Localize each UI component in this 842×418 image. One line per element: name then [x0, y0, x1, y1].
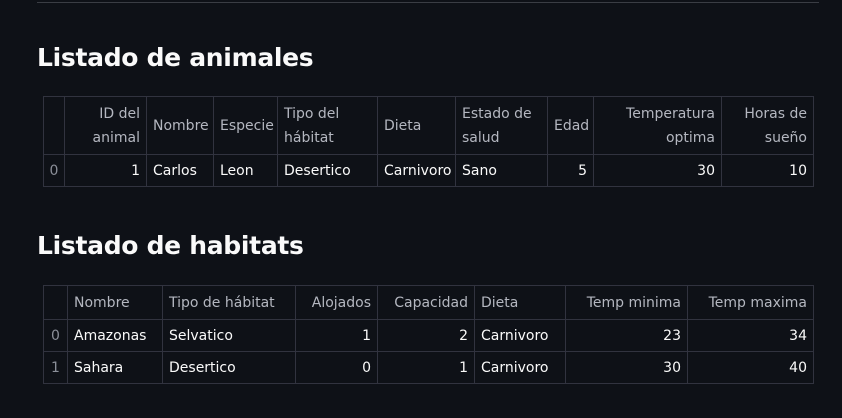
- cell-alojados[interactable]: 1: [295, 319, 378, 352]
- cell-edad[interactable]: 5: [547, 154, 594, 187]
- column-header[interactable]: Nombre: [146, 96, 214, 155]
- column-header[interactable]: Nombre: [67, 285, 163, 320]
- index-header[interactable]: [43, 96, 65, 155]
- cell-nombre[interactable]: Carlos: [146, 154, 214, 187]
- column-header[interactable]: Tipo de hábitat: [162, 285, 296, 320]
- cell-temp-max[interactable]: 34: [687, 319, 814, 352]
- animals-table: ID del animal Nombre Especie Tipo del há…: [43, 96, 814, 187]
- cell-dieta[interactable]: Carnivoro: [474, 351, 566, 384]
- cell-estado-salud[interactable]: Sano: [455, 154, 548, 187]
- column-header[interactable]: Estado de salud: [455, 96, 548, 155]
- row-index: 0: [43, 319, 68, 352]
- column-header[interactable]: Capacidad: [377, 285, 475, 320]
- cell-temp-min[interactable]: 30: [565, 351, 688, 384]
- column-header[interactable]: ID del animal: [64, 96, 147, 155]
- cell-temp-max[interactable]: 40: [687, 351, 814, 384]
- habitats-table: Nombre Tipo de hábitat Alojados Capacida…: [43, 285, 814, 384]
- cell-tipo-habitat[interactable]: Desertico: [277, 154, 378, 187]
- top-divider: [37, 2, 819, 3]
- column-header[interactable]: Edad: [547, 96, 594, 155]
- row-index: 0: [43, 154, 65, 187]
- cell-temp-min[interactable]: 23: [565, 319, 688, 352]
- cell-temperatura[interactable]: 30: [593, 154, 722, 187]
- column-header[interactable]: Especie: [213, 96, 278, 155]
- animals-heading: Listado de animales: [37, 43, 314, 72]
- table-header-row: ID del animal Nombre Especie Tipo del há…: [43, 96, 814, 155]
- column-header[interactable]: Horas de sueño: [721, 96, 814, 155]
- cell-id[interactable]: 1: [64, 154, 147, 187]
- column-header[interactable]: Temp minima: [565, 285, 688, 320]
- cell-tipo[interactable]: Desertico: [162, 351, 296, 384]
- table-header-row: Nombre Tipo de hábitat Alojados Capacida…: [43, 285, 814, 320]
- column-header[interactable]: Alojados: [295, 285, 378, 320]
- column-header[interactable]: Dieta: [377, 96, 456, 155]
- cell-alojados[interactable]: 0: [295, 351, 378, 384]
- table-row[interactable]: 1 Sahara Desertico 0 1 Carnivoro 30 40: [43, 351, 814, 384]
- table-row[interactable]: 0 Amazonas Selvatico 1 2 Carnivoro 23 34: [43, 319, 814, 352]
- cell-dieta[interactable]: Carnivoro: [474, 319, 566, 352]
- cell-tipo[interactable]: Selvatico: [162, 319, 296, 352]
- table-row[interactable]: 0 1 Carlos Leon Desertico Carnivoro Sano…: [43, 154, 814, 187]
- column-header[interactable]: Dieta: [474, 285, 566, 320]
- cell-capacidad[interactable]: 2: [377, 319, 475, 352]
- column-header[interactable]: Temp maxima: [687, 285, 814, 320]
- cell-nombre[interactable]: Sahara: [67, 351, 163, 384]
- cell-especie[interactable]: Leon: [213, 154, 278, 187]
- cell-horas-sueno[interactable]: 10: [721, 154, 814, 187]
- index-header[interactable]: [43, 285, 68, 320]
- cell-nombre[interactable]: Amazonas: [67, 319, 163, 352]
- row-index: 1: [43, 351, 68, 384]
- column-header[interactable]: Tipo del hábitat: [277, 96, 378, 155]
- cell-dieta[interactable]: Carnivoro: [377, 154, 456, 187]
- cell-capacidad[interactable]: 1: [377, 351, 475, 384]
- habitats-heading: Listado de habitats: [37, 231, 304, 260]
- column-header[interactable]: Temperatura optima: [593, 96, 722, 155]
